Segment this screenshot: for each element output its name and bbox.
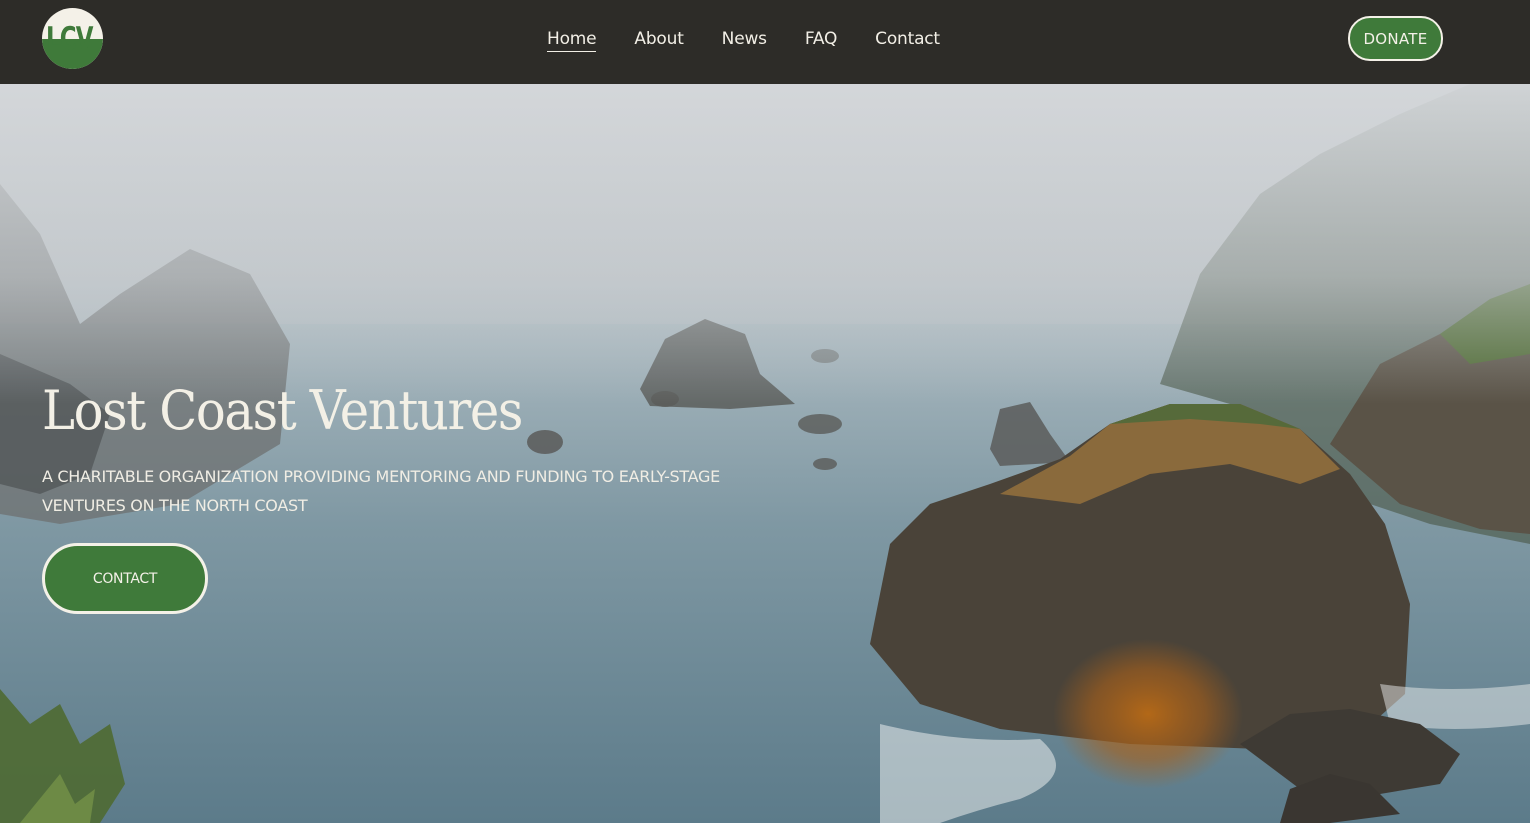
nav-contact[interactable]: Contact <box>875 27 940 52</box>
hero-title: Lost Coast Ventures <box>42 379 523 442</box>
nav-home[interactable]: Home <box>547 27 597 52</box>
nav-about[interactable]: About <box>634 27 683 52</box>
site-header: LCV Home About News FAQ Contact DONATE <box>0 0 1530 84</box>
hero-section: Lost Coast Ventures A CHARITABLE ORGANIZ… <box>0 84 1530 823</box>
logo-text: LCV <box>46 21 93 57</box>
logo[interactable]: LCV <box>42 8 103 69</box>
contact-button[interactable]: CONTACT <box>42 543 208 614</box>
nav-faq[interactable]: FAQ <box>805 27 838 52</box>
nav-news[interactable]: News <box>722 27 767 52</box>
main-nav: Home About News FAQ Contact <box>547 27 940 52</box>
hero-subtitle: A CHARITABLE ORGANIZATION PROVIDING MENT… <box>42 467 720 515</box>
hero-background-image <box>0 84 1530 823</box>
donate-button[interactable]: DONATE <box>1348 16 1443 61</box>
